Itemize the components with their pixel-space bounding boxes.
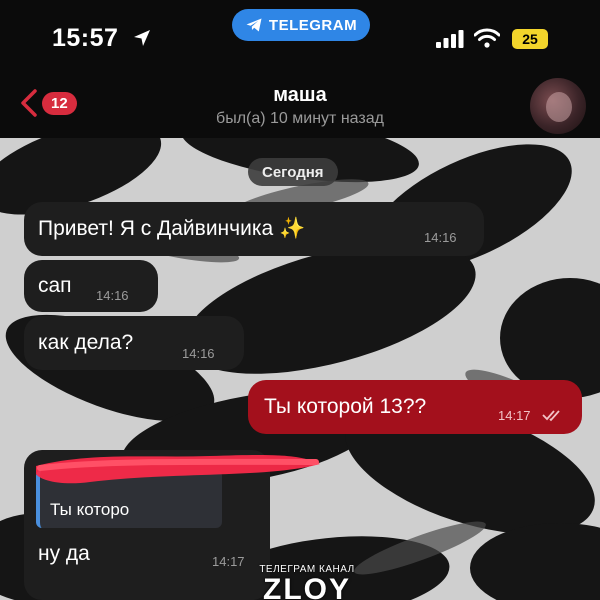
message-time: 14:17 bbox=[212, 554, 245, 569]
telegram-app-pill[interactable]: TELEGRAM bbox=[232, 9, 370, 41]
message-text: Привет! Я с Дайвинчика ✨ bbox=[38, 217, 306, 240]
message-time: 14:16 bbox=[424, 230, 457, 245]
reply-quote-text: Ты которо bbox=[50, 500, 130, 519]
signal-icon bbox=[436, 30, 464, 48]
telegram-icon bbox=[246, 18, 262, 32]
chat-area[interactable]: Сегодня Привет! Я с Дайвинчика ✨ 14:16 с… bbox=[0, 138, 600, 600]
message-text: сап bbox=[38, 274, 72, 297]
double-check-icon bbox=[542, 410, 560, 422]
avatar[interactable] bbox=[530, 78, 586, 134]
message-bubble[interactable]: Привет! Я с Дайвинчика ✨ 14:16 bbox=[24, 202, 484, 256]
watermark-logo: ZLOY bbox=[263, 573, 351, 600]
date-separator: Сегодня bbox=[248, 158, 338, 186]
message-time: 14:16 bbox=[182, 346, 215, 361]
message-bubble[interactable]: как дела? 14:16 bbox=[24, 316, 244, 370]
message-time: 14:16 bbox=[96, 288, 129, 303]
message-bubble[interactable]: сап 14:16 bbox=[24, 260, 158, 312]
location-arrow-icon bbox=[134, 30, 150, 46]
message-text: Ты которой 13?? bbox=[264, 395, 427, 418]
battery-icon: 25 bbox=[512, 29, 548, 49]
message-text: ну да bbox=[38, 542, 90, 565]
message-bubble-outgoing[interactable]: Ты которой 13?? 14:17 bbox=[248, 380, 582, 434]
message-time: 14:17 bbox=[498, 408, 531, 423]
wifi-icon bbox=[474, 28, 500, 48]
status-time: 15:57 bbox=[52, 24, 119, 52]
redaction-scribble bbox=[36, 454, 320, 484]
chat-last-seen: был(а) 10 минут назад bbox=[216, 110, 384, 127]
message-text: как дела? bbox=[38, 331, 134, 354]
channel-watermark: ТЕЛЕГРАМ КАНАЛ ZLOY bbox=[242, 564, 372, 600]
chat-header: 12 маша был(а) 10 минут назад bbox=[0, 78, 600, 138]
chat-title[interactable]: маша bbox=[0, 84, 600, 107]
telegram-pill-label: TELEGRAM bbox=[268, 16, 358, 34]
status-bar: 15:57 TELEGRAM 25 bbox=[0, 0, 600, 78]
